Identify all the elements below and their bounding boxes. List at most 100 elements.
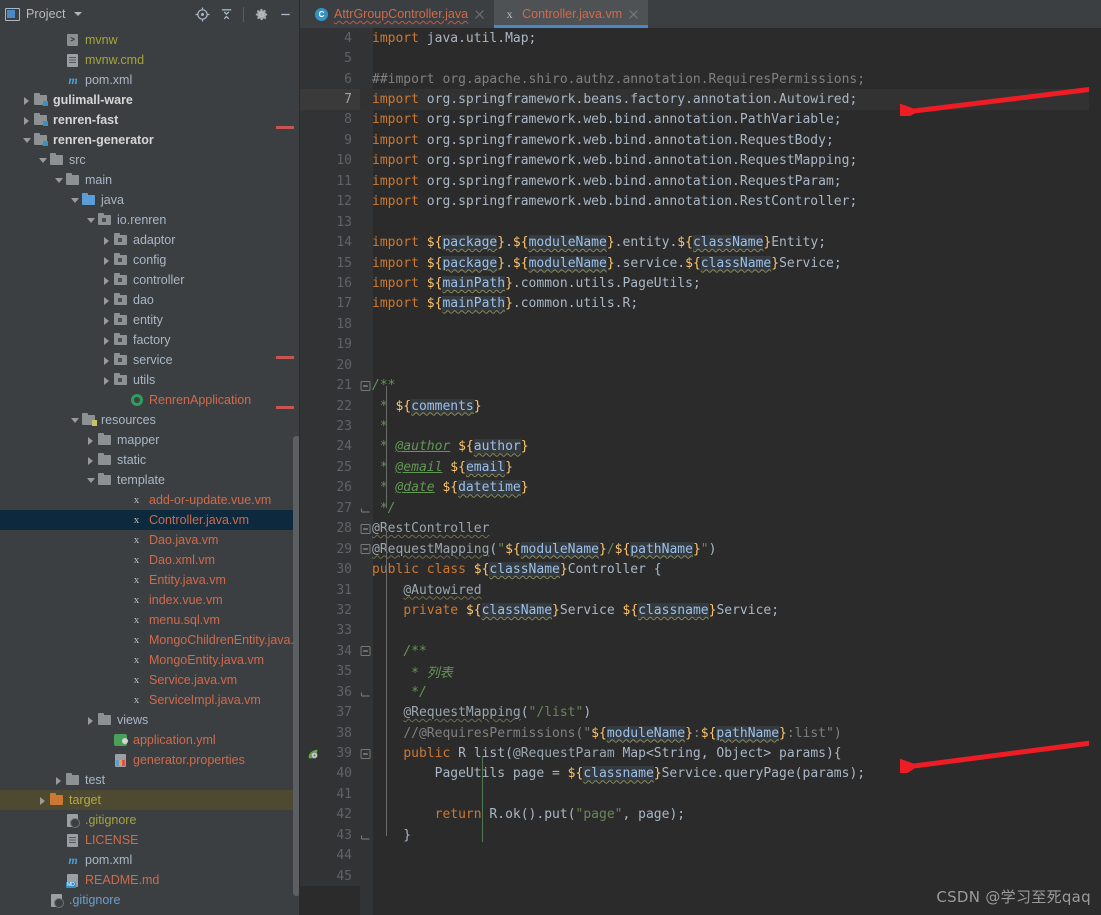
tree-item-readme-md[interactable]: README.md	[0, 870, 300, 890]
line-number-21[interactable]: 21	[300, 375, 371, 396]
tree-item-mongochildrenentity-java-vm[interactable]: x MongoChildrenEntity.java.vm	[0, 630, 300, 650]
line-number-7[interactable]: 7	[300, 89, 360, 110]
editor-tab-attrgroupcontroller-java[interactable]: C AttrGroupController.java	[306, 0, 494, 28]
line-number-45[interactable]: 45	[300, 865, 360, 887]
line-number-11[interactable]: 11	[300, 171, 360, 192]
tree-item-test[interactable]: test	[0, 770, 300, 790]
line-number-25[interactable]: 25	[300, 457, 360, 478]
tree-item-mapper[interactable]: mapper	[0, 430, 300, 450]
chevron-right-icon[interactable]	[101, 315, 112, 326]
chevron-down-icon[interactable]	[73, 12, 82, 16]
line-number-9[interactable]: 9	[300, 130, 360, 151]
chevron-right-icon[interactable]	[85, 435, 96, 446]
chevron-right-icon[interactable]	[101, 335, 112, 346]
tree-item-mongoentity-java-vm[interactable]: x MongoEntity.java.vm	[0, 650, 300, 670]
line-number-39[interactable]: 39	[300, 743, 371, 764]
spring-bean-icon[interactable]	[306, 747, 320, 761]
line-number-32[interactable]: 32	[300, 600, 360, 621]
line-number-4[interactable]: 4	[300, 28, 360, 49]
tree-item-config[interactable]: config	[0, 250, 300, 270]
line-number-38[interactable]: 38	[300, 722, 360, 744]
tree-item-target[interactable]: target	[0, 790, 300, 810]
tree-item-renren-fast[interactable]: renren-fast	[0, 110, 300, 130]
chevron-down-icon[interactable]	[69, 415, 80, 426]
line-number-16[interactable]: 16	[300, 273, 360, 294]
tree-item-application-yml[interactable]: application.yml	[0, 730, 300, 750]
tree-item-menu-sql-vm[interactable]: x menu.sql.vm	[0, 610, 300, 630]
tree-item-pom-xml[interactable]: m pom.xml	[0, 70, 300, 90]
close-icon[interactable]	[473, 8, 486, 21]
chevron-right-icon[interactable]	[101, 235, 112, 246]
tree-item-controller-java-vm[interactable]: x Controller.java.vm	[0, 510, 300, 530]
tree-item-serviceimpl-java-vm[interactable]: x ServiceImpl.java.vm	[0, 690, 300, 710]
line-number-5[interactable]: 5	[300, 48, 360, 69]
tree-item-service-java-vm[interactable]: x Service.java.vm	[0, 670, 300, 690]
tree-item-io-renren[interactable]: io.renren	[0, 210, 300, 230]
collapse-all-icon[interactable]	[215, 3, 237, 25]
line-number-17[interactable]: 17	[300, 293, 360, 315]
tree-item-entity[interactable]: entity	[0, 310, 300, 330]
tree-item-src[interactable]: src	[0, 150, 300, 170]
gear-icon[interactable]	[250, 3, 272, 25]
line-number-27[interactable]: 27	[300, 498, 370, 519]
tree-item-template[interactable]: template	[0, 470, 300, 490]
chevron-down-icon[interactable]	[21, 135, 32, 146]
line-number-13[interactable]: 13	[300, 211, 360, 233]
code-editor[interactable]: 4 import java.util.Map; 5 6 ##import org.ap…	[300, 28, 1101, 915]
chevron-right-icon[interactable]	[21, 95, 32, 106]
tree-item-java[interactable]: java	[0, 190, 300, 210]
line-number-24[interactable]: 24	[300, 436, 360, 458]
tree-item-dao-java-vm[interactable]: x Dao.java.vm	[0, 530, 300, 550]
project-panel-title-group[interactable]: Project	[5, 7, 191, 21]
chevron-right-icon[interactable]	[101, 255, 112, 266]
line-number-8[interactable]: 8	[300, 109, 360, 131]
line-number-33[interactable]: 33	[300, 620, 360, 642]
tree-item-main[interactable]: main	[0, 170, 300, 190]
tree-item-dao[interactable]: dao	[0, 290, 300, 310]
line-number-34[interactable]: 34	[300, 641, 371, 662]
chevron-down-icon[interactable]	[37, 155, 48, 166]
line-number-26[interactable]: 26	[300, 477, 360, 499]
chevron-right-icon[interactable]	[85, 715, 96, 726]
close-icon[interactable]	[627, 8, 640, 21]
project-tree-scroll[interactable]: > mvnw mvnw.cmd m pom.xml gulimall-ware renren…	[0, 28, 300, 915]
line-number-35[interactable]: 35	[300, 661, 360, 682]
chevron-down-icon[interactable]	[85, 215, 96, 226]
line-number-6[interactable]: 6	[300, 68, 360, 90]
line-number-36[interactable]: 36	[300, 682, 370, 703]
line-number-20[interactable]: 20	[300, 355, 360, 376]
line-number-12[interactable]: 12	[300, 191, 360, 212]
locate-icon[interactable]	[191, 3, 213, 25]
tree-item-factory[interactable]: factory	[0, 330, 300, 350]
tree-item-static[interactable]: static	[0, 450, 300, 470]
line-number-40[interactable]: 40	[300, 763, 360, 785]
line-number-15[interactable]: 15	[300, 252, 360, 274]
line-number-23[interactable]: 23	[300, 416, 360, 437]
chevron-right-icon[interactable]	[53, 775, 64, 786]
tree-item-add-or-update-vue-vm[interactable]: x add-or-update.vue.vm	[0, 490, 300, 510]
tree-item-utils[interactable]: utils	[0, 370, 300, 390]
line-number-42[interactable]: 42	[300, 804, 360, 826]
chevron-right-icon[interactable]	[101, 375, 112, 386]
tree-item-pom-xml[interactable]: m pom.xml	[0, 850, 300, 870]
line-number-44[interactable]: 44	[300, 845, 360, 866]
tree-item-dao-xml-vm[interactable]: x Dao.xml.vm	[0, 550, 300, 570]
tree-item-views[interactable]: views	[0, 710, 300, 730]
chevron-down-icon[interactable]	[69, 195, 80, 206]
tree-item-service[interactable]: service	[0, 350, 300, 370]
line-number-22[interactable]: 22	[300, 395, 360, 417]
line-number-10[interactable]: 10	[300, 150, 360, 172]
line-number-18[interactable]: 18	[300, 314, 360, 335]
tree-item-mvnw[interactable]: > mvnw	[0, 30, 300, 50]
line-number-28[interactable]: 28	[300, 518, 371, 539]
chevron-right-icon[interactable]	[101, 295, 112, 306]
chevron-right-icon[interactable]	[85, 455, 96, 466]
chevron-right-icon[interactable]	[101, 275, 112, 286]
line-number-43[interactable]: 43	[300, 825, 370, 846]
chevron-down-icon[interactable]	[53, 175, 64, 186]
line-number-30[interactable]: 30	[300, 559, 360, 580]
tree-item-mvnw-cmd[interactable]: mvnw.cmd	[0, 50, 300, 70]
tree-item-generator-properties[interactable]: generator.properties	[0, 750, 300, 770]
line-number-41[interactable]: 41	[300, 784, 360, 805]
chevron-down-icon[interactable]	[85, 475, 96, 486]
